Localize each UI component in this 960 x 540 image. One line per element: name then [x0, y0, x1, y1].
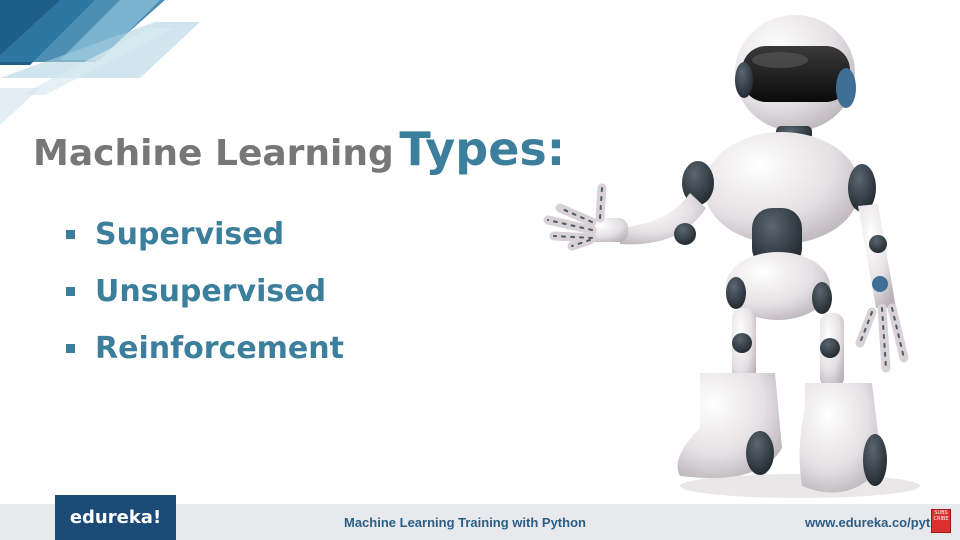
slide-title: Machine Learning Types:: [33, 122, 565, 176]
edureka-logo: edureka!: [55, 495, 176, 540]
title-part-1: Machine Learning: [33, 133, 394, 174]
slide: Machine Learning Types: Supervised Unsup…: [0, 0, 960, 540]
subscribe-line-2: CRIBE: [933, 516, 949, 522]
list-item: Reinforcement: [66, 320, 344, 377]
list-item: Supervised: [66, 206, 344, 263]
website-url[interactable]: www.edureka.co/pyth: [805, 515, 938, 530]
square-bullet-icon: [66, 287, 75, 296]
square-bullet-icon: [66, 230, 75, 239]
bullet-list: Supervised Unsupervised Reinforcement: [66, 206, 344, 377]
course-title: Machine Learning Training with Python: [344, 515, 586, 530]
logo-text: edureka!: [69, 507, 162, 528]
bullet-text: Supervised: [95, 217, 285, 252]
square-bullet-icon: [66, 344, 75, 353]
corner-stripes-decoration: [0, 0, 200, 125]
robot-illustration: [543, 15, 920, 498]
subscribe-icon[interactable]: SUBS CRIBE: [931, 509, 951, 533]
bullet-text: Unsupervised: [95, 274, 327, 309]
list-item: Unsupervised: [66, 263, 344, 320]
bullet-text: Reinforcement: [95, 331, 344, 366]
